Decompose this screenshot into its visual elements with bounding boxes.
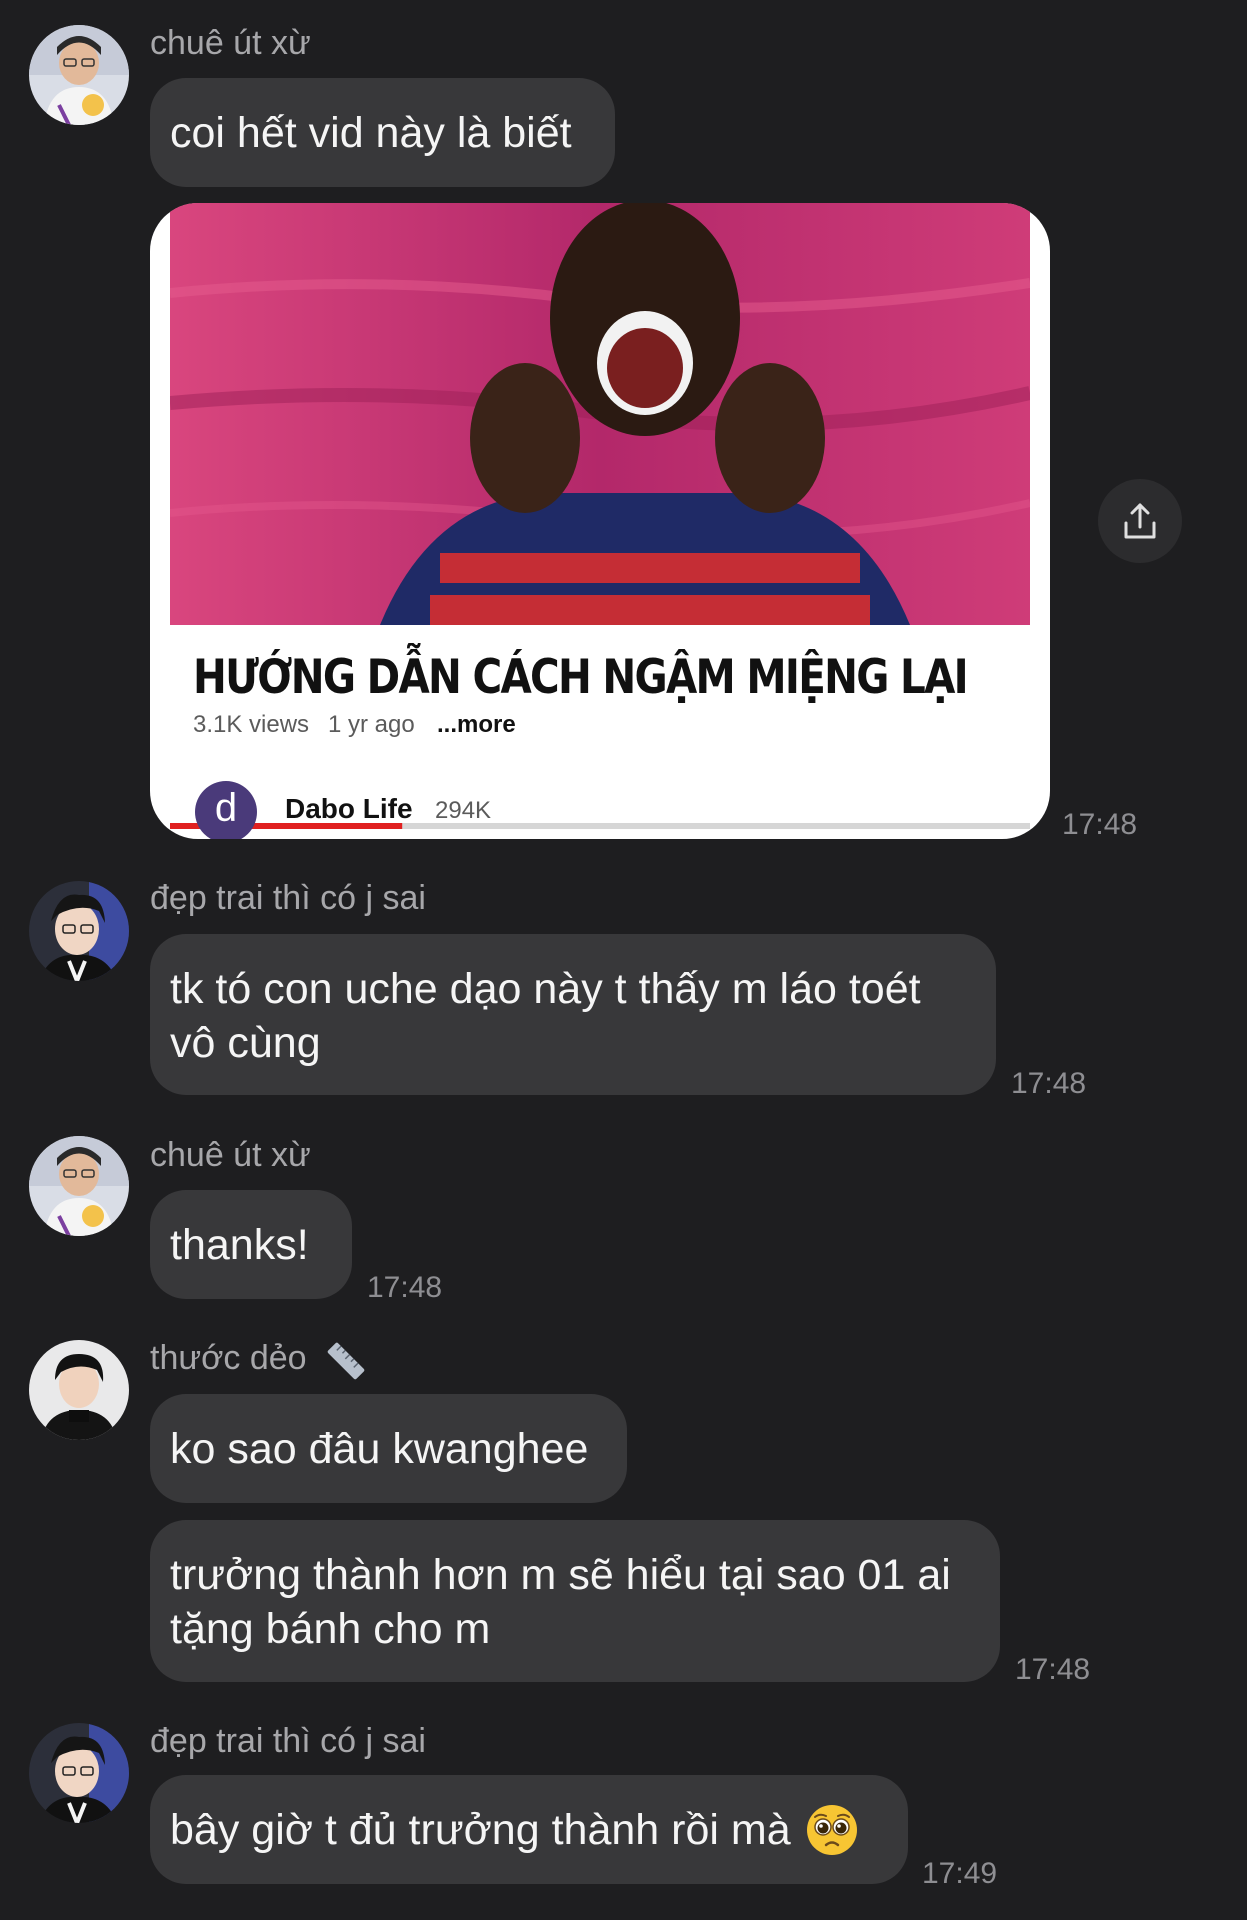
video-more-link[interactable]: ...more [437, 711, 516, 739]
message-timestamp: 17:49 [922, 1857, 998, 1890]
message-bubble[interactable]: coi hết vid này là biết [150, 78, 615, 187]
message-text: coi hết vid này là biết [170, 108, 572, 157]
message-text-line: tk tó con uche dạo này t thấy m láo toét [170, 965, 921, 1013]
video-views: 3.1K views [193, 711, 310, 738]
sender-name: thước dẻo [150, 1339, 307, 1377]
message-bubble[interactable]: ko sao đâu kwanghee [150, 1394, 627, 1503]
message-timestamp: 17:48 [1062, 808, 1138, 841]
message-bubble[interactable]: thanks! [150, 1190, 352, 1299]
channel-avatar[interactable]: d [195, 781, 257, 839]
message-timestamp: 17:48 [1011, 1067, 1087, 1100]
avatar-dep-trai[interactable] [29, 1723, 129, 1823]
channel-name[interactable]: Dabo Life [285, 793, 413, 825]
ruler-icon [327, 1342, 365, 1380]
avatar-chue-ut-xu[interactable] [29, 1136, 129, 1236]
video-age: 1 yr ago [328, 711, 415, 738]
sender-name: chuê út xừ [150, 1136, 311, 1174]
share-button[interactable] [1098, 479, 1182, 563]
message-text: ko sao đâu kwanghee [170, 1424, 589, 1473]
channel-subscriber-count: 294K [435, 797, 492, 824]
message-timestamp: 17:48 [1015, 1653, 1091, 1686]
share-icon [1124, 503, 1156, 539]
avatar-dep-trai[interactable] [29, 881, 129, 981]
message-text: bây giờ t đủ trưởng thành rồi mà [170, 1805, 791, 1854]
message-text-line: trưởng thành hơn m sẽ hiểu tại sao 01 ai [170, 1551, 951, 1599]
avatar-thuoc-deo[interactable] [29, 1340, 129, 1440]
avatar-chue-ut-xu[interactable] [29, 25, 129, 125]
message-text-line: vô cùng [170, 1019, 321, 1067]
video-link-card[interactable]: HƯỚNG DẪN CÁCH NGẬM MIỆNG LẠI 3.1K views… [150, 203, 1050, 839]
video-thumbnail[interactable] [170, 203, 1030, 625]
message-text-line: tặng bánh cho m [170, 1605, 491, 1653]
sender-name: đẹp trai thì có j sai [150, 1722, 426, 1760]
message-bubble[interactable]: bây giờ t đủ trưởng thành rồi mà [150, 1775, 908, 1884]
pleading-face-emoji [806, 1804, 857, 1855]
message-bubble[interactable]: tk tó con uche dạo này t thấy m láo toét… [150, 934, 996, 1095]
sender-name: đẹp trai thì có j sai [150, 879, 426, 917]
message-text: thanks! [170, 1220, 309, 1269]
sender-name: chuê út xừ [150, 24, 311, 62]
message-timestamp: 17:48 [367, 1271, 443, 1304]
video-title: HƯỚNG DẪN CÁCH NGẬM MIỆNG LẠI [193, 650, 969, 705]
message-bubble[interactable]: trưởng thành hơn m sẽ hiểu tại sao 01 ai… [150, 1520, 1000, 1682]
